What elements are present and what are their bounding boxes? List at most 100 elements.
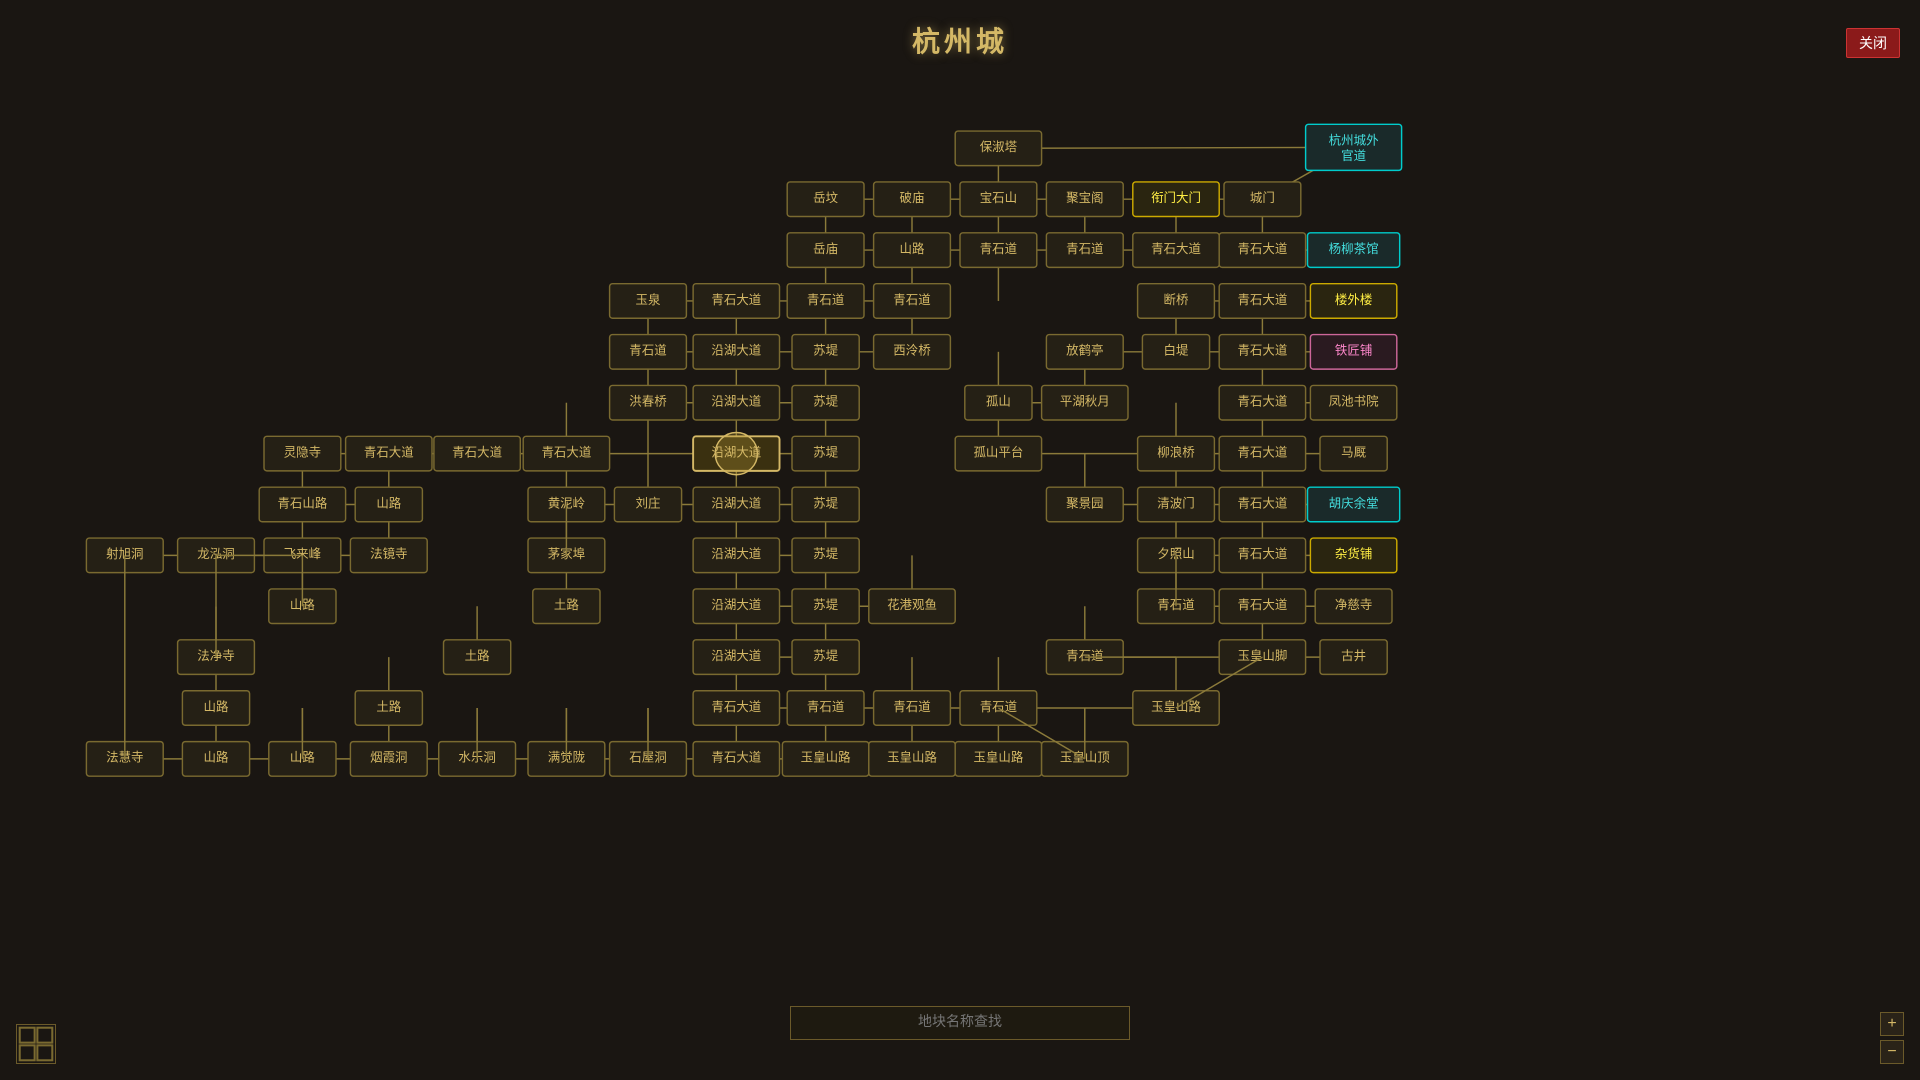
- close-button[interactable]: 关闭: [1846, 28, 1900, 58]
- svg-text:官道: 官道: [1341, 148, 1366, 163]
- node-pinghu-qiuyue[interactable]: 平湖秋月: [1042, 385, 1128, 420]
- node-qingshidadao-15[interactable]: 青石大道: [693, 742, 779, 777]
- node-qingshidao-2[interactable]: 青石道: [1046, 233, 1123, 268]
- node-lingyin-si[interactable]: 灵隐寺: [264, 436, 341, 471]
- node-bai-di[interactable]: 白堤: [1142, 335, 1209, 370]
- node-tu-lu-3[interactable]: 土路: [355, 691, 422, 726]
- node-liu-zhuang[interactable]: 刘庄: [614, 487, 681, 522]
- node-yuquan[interactable]: 玉泉: [610, 284, 687, 319]
- node-shanlu-4[interactable]: 山路: [182, 691, 249, 726]
- node-tu-lu-1[interactable]: 土路: [533, 589, 600, 624]
- node-shanlu-2[interactable]: 山路: [355, 487, 422, 522]
- node-su-di-2[interactable]: 苏堤: [792, 385, 859, 420]
- svg-text:保淑塔: 保淑塔: [980, 140, 1018, 154]
- svg-text:青石大道: 青石大道: [364, 445, 414, 459]
- node-shanlu-5[interactable]: 山路: [182, 742, 249, 777]
- node-xileng-qiao[interactable]: 西泠桥: [874, 335, 951, 370]
- node-qingshidadao-14[interactable]: 青石大道: [693, 691, 779, 726]
- node-qingshidao-5[interactable]: 青石道: [610, 335, 687, 370]
- node-qingshidao-9[interactable]: 青石道: [874, 691, 951, 726]
- node-yuhuang-shanlu-2[interactable]: 玉皇山路: [782, 742, 868, 777]
- node-yanhu-dadao-5[interactable]: 沿湖大道: [693, 538, 779, 573]
- svg-text:青石道: 青石道: [629, 344, 666, 358]
- node-su-di-4[interactable]: 苏堤: [792, 487, 859, 522]
- svg-text:净慈寺: 净慈寺: [1335, 597, 1372, 612]
- node-qingshidadao-4[interactable]: 青石大道: [1219, 284, 1305, 319]
- node-yuhuang-shanlu-3[interactable]: 玉皇山路: [869, 742, 955, 777]
- svg-text:青石大道: 青石大道: [541, 445, 591, 459]
- zoom-out-button[interactable]: −: [1880, 1040, 1904, 1064]
- node-su-di-3[interactable]: 苏堤: [792, 436, 859, 471]
- node-gu-jing[interactable]: 古井: [1320, 640, 1387, 675]
- minimap-icon[interactable]: [16, 1024, 56, 1064]
- node-tu-lu-2[interactable]: 土路: [444, 640, 511, 675]
- node-baoshi-shan[interactable]: 宝石山: [960, 182, 1037, 217]
- node-su-di-1[interactable]: 苏堤: [792, 335, 859, 370]
- node-qingshidadao-1[interactable]: 青石大道: [1133, 233, 1219, 268]
- node-qingshidadao-13[interactable]: 青石大道: [1219, 589, 1305, 624]
- node-duan-qiao[interactable]: 断桥: [1138, 284, 1215, 319]
- node-qingshidadao-3[interactable]: 青石大道: [693, 284, 779, 319]
- svg-text:土路: 土路: [554, 597, 579, 612]
- node-zahuo-pu[interactable]: 杂货铺: [1310, 538, 1396, 573]
- node-jingci-si[interactable]: 净慈寺: [1315, 589, 1392, 624]
- svg-text:胡庆余堂: 胡庆余堂: [1329, 495, 1379, 510]
- node-su-di-7[interactable]: 苏堤: [792, 640, 859, 675]
- svg-text:沿湖大道: 沿湖大道: [711, 444, 761, 459]
- node-yanhu-dadao-6[interactable]: 沿湖大道: [693, 589, 779, 624]
- node-fajing-si[interactable]: 法镜寺: [350, 538, 427, 573]
- node-qingshidadao-2[interactable]: 青石大道: [1219, 233, 1305, 268]
- svg-text:岳坟: 岳坟: [813, 191, 838, 205]
- node-qingshidao-1[interactable]: 青石道: [960, 233, 1037, 268]
- node-baoshu-ta[interactable]: 保淑塔: [955, 131, 1041, 166]
- node-huagang-guanyu[interactable]: 花港观鱼: [869, 589, 955, 624]
- node-liulang-qiao[interactable]: 柳浪桥: [1138, 436, 1215, 471]
- node-qingshidao-4[interactable]: 青石道: [874, 284, 951, 319]
- node-jubao-ge[interactable]: 聚宝阁: [1046, 182, 1123, 217]
- node-yuhuang-shanlu-4[interactable]: 玉皇山路: [955, 742, 1041, 777]
- node-qingshidadao-8[interactable]: 青石大道: [434, 436, 520, 471]
- search-input[interactable]: [790, 1006, 1130, 1040]
- node-cheng-men[interactable]: 城门: [1224, 182, 1301, 217]
- node-yue-fen[interactable]: 岳坟: [787, 182, 864, 217]
- node-fengchi-shuyuan[interactable]: 凤池书院: [1310, 385, 1396, 420]
- node-chengmen-damen[interactable]: 衔门大门: [1133, 182, 1219, 217]
- node-qingshi-shanlu[interactable]: 青石山路: [259, 487, 345, 522]
- node-yanhu-dadao-4[interactable]: 沿湖大道: [693, 487, 779, 522]
- node-qingshidadao-7[interactable]: 青石大道: [346, 436, 432, 471]
- node-tiejiang-pu[interactable]: 铁匠铺: [1310, 335, 1396, 370]
- svg-text:青石山路: 青石山路: [277, 495, 327, 510]
- node-ma-jiu[interactable]: 马厩: [1320, 436, 1387, 471]
- node-qingshidadao-10[interactable]: 青石大道: [1219, 436, 1305, 471]
- node-qingshidao-8[interactable]: 青石道: [787, 691, 864, 726]
- node-yanhu-dadao-7[interactable]: 沿湖大道: [693, 640, 779, 675]
- node-yanhu-dadao-1[interactable]: 沿湖大道: [693, 335, 779, 370]
- node-hangzhou-outer[interactable]: 杭州城外 官道: [1306, 124, 1402, 170]
- node-qingshidadao-9[interactable]: 青石大道: [523, 436, 609, 471]
- node-yangliu-teahouse[interactable]: 杨柳茶馆: [1308, 233, 1400, 268]
- svg-text:山路: 山路: [204, 699, 229, 714]
- node-louwai-lou[interactable]: 楼外楼: [1310, 284, 1396, 319]
- node-shanlu-1[interactable]: 山路: [874, 233, 951, 268]
- svg-text:柳浪桥: 柳浪桥: [1157, 444, 1195, 459]
- node-qingshidadao-6[interactable]: 青石大道: [1219, 385, 1305, 420]
- node-hongchun-qiao[interactable]: 洪春桥: [610, 385, 687, 420]
- node-qingbo-men[interactable]: 清波门: [1138, 487, 1215, 522]
- node-jujing-yuan[interactable]: 聚景园: [1046, 487, 1123, 522]
- node-qingshidadao-11[interactable]: 青石大道: [1219, 487, 1305, 522]
- node-gushan-pingtai[interactable]: 孤山平台: [955, 436, 1041, 471]
- node-qingshidao-3[interactable]: 青石道: [787, 284, 864, 319]
- node-yanxia-dong[interactable]: 烟霞洞: [350, 742, 427, 777]
- node-qingshidadao-5[interactable]: 青石大道: [1219, 335, 1305, 370]
- node-su-di-6[interactable]: 苏堤: [792, 589, 859, 624]
- node-po-miao[interactable]: 破庙: [874, 182, 951, 217]
- node-fanghao-ting[interactable]: 放鹤亭: [1046, 335, 1123, 370]
- node-yue-miao[interactable]: 岳庙: [787, 233, 864, 268]
- node-gu-shan[interactable]: 孤山: [965, 385, 1032, 420]
- node-yanhu-dadao-2[interactable]: 沿湖大道: [693, 385, 779, 420]
- node-huqing-yutang[interactable]: 胡庆余堂: [1308, 487, 1400, 522]
- zoom-in-button[interactable]: +: [1880, 1012, 1904, 1036]
- node-su-di-5[interactable]: 苏堤: [792, 538, 859, 573]
- node-yanhu-dadao-3-selected[interactable]: 沿湖大道: [693, 432, 779, 474]
- node-qingshidadao-12[interactable]: 青石大道: [1219, 538, 1305, 573]
